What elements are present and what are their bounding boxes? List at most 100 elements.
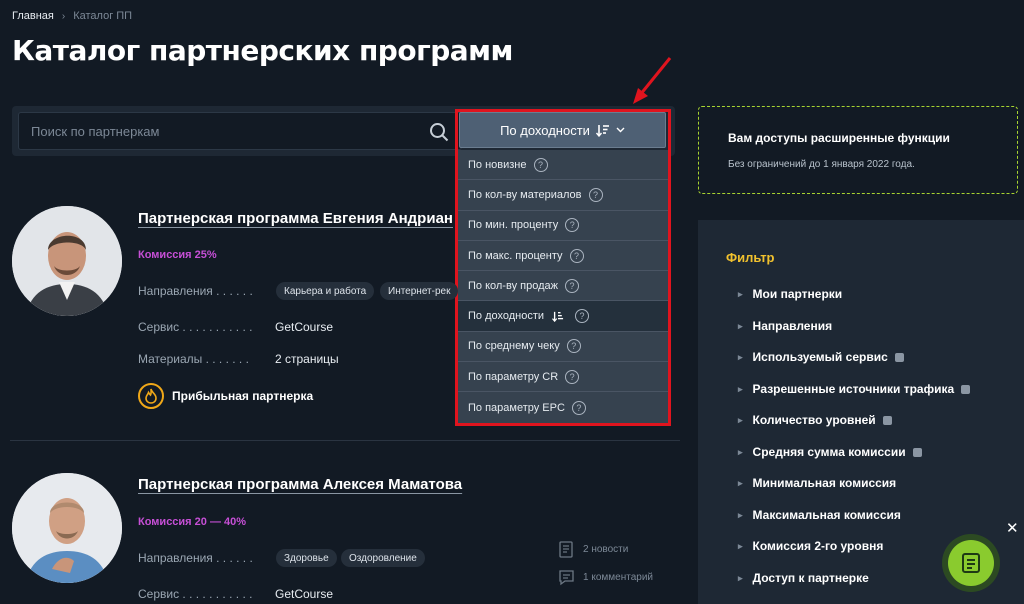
filter-item-label: Комиссия 2-го уровня [752, 539, 884, 553]
sort-option-materials[interactable]: По кол-ву материалов ? [458, 180, 668, 211]
sort-option-novelty[interactable]: По новизне ? [458, 150, 668, 181]
filter-item-label: Максимальная комиссия [752, 508, 901, 522]
filter-item-my-partners[interactable]: ▸ Мои партнерки [738, 287, 842, 301]
filter-item-avg-commission[interactable]: ▸ Средняя сумма комиссии [738, 445, 922, 459]
chevron-right-icon: ▸ [738, 446, 743, 457]
breadcrumb-separator: › [61, 10, 66, 22]
chevron-down-icon [616, 127, 625, 133]
filter-item-max-commission[interactable]: ▸ Максимальная комиссия [738, 508, 901, 522]
filter-item-label: Количество уровней [752, 413, 876, 427]
profitable-badge: Прибыльная партнерка [138, 383, 313, 409]
avatar[interactable] [12, 473, 122, 583]
filter-item-levels[interactable]: ▸ Количество уровней [738, 413, 892, 427]
news-count: 2 новости [583, 544, 629, 555]
help-icon[interactable]: ? [565, 369, 580, 384]
comments-count: 1 комментарий [583, 572, 653, 583]
breadcrumb-home[interactable]: Главная [12, 10, 54, 22]
filter-item-directions[interactable]: ▸ Направления [738, 319, 832, 333]
annotation-arrow-icon [633, 57, 672, 104]
chevron-right-icon: ▸ [738, 540, 743, 551]
commission-label: Комиссия 25% [138, 249, 217, 261]
direction-tag[interactable]: Оздоровление [341, 549, 425, 567]
info-icon[interactable] [912, 447, 922, 457]
directions-label: Направления . . . . . . [138, 284, 253, 298]
filter-title: Фильтр [726, 250, 775, 265]
extended-access-title: Вам доступы расширенные функции [728, 131, 950, 145]
help-icon[interactable]: ? [571, 400, 586, 415]
avatar[interactable] [12, 206, 122, 316]
sort-button-label: По доходности [500, 122, 590, 138]
sort-option-label: По среднему чеку [468, 340, 560, 353]
comment-icon [559, 570, 574, 586]
sort-option-max-percent[interactable]: По макс. проценту ? [458, 241, 668, 272]
filter-item-label: Мои партнерки [752, 287, 843, 301]
sort-option-sales[interactable]: По кол-ву продаж ? [458, 271, 668, 302]
materials-value: 2 страницы [275, 352, 339, 366]
sort-desc-icon [552, 311, 564, 322]
sort-option-label: По кол-ву материалов [468, 188, 582, 201]
filter-item-label: Средняя сумма комиссии [752, 445, 906, 459]
chevron-right-icon: ▸ [738, 414, 743, 425]
chevron-right-icon: ▸ [738, 288, 743, 299]
filter-item-traffic-sources[interactable]: ▸ Разрешенные источники трафика [738, 382, 971, 396]
help-icon[interactable]: ? [588, 187, 603, 202]
info-icon[interactable] [882, 415, 892, 425]
fire-icon [138, 383, 164, 409]
service-label: Сервис . . . . . . . . . . . [138, 587, 253, 601]
card-title[interactable]: Партнерская программа Евгения Андриан [138, 210, 453, 227]
help-icon[interactable]: ? [575, 309, 590, 324]
service-value: GetCourse [275, 587, 334, 601]
sort-option-label: По параметру EPC [468, 401, 565, 414]
filter-item-label: Используемый сервис [752, 350, 888, 364]
notes-button[interactable] [942, 534, 1000, 592]
sort-option-min-percent[interactable]: По мин. проценту ? [458, 211, 668, 241]
info-icon[interactable] [894, 352, 904, 362]
search-box [18, 112, 462, 150]
chevron-right-icon: ▸ [738, 572, 743, 583]
filter-item-access[interactable]: ▸ Доступ к партнерке [738, 571, 869, 585]
direction-tag[interactable]: Карьера и работа [276, 282, 375, 300]
profitable-badge-label: Прибыльная партнерка [172, 389, 314, 403]
sort-button[interactable]: По доходности [459, 112, 666, 148]
sort-option-epc[interactable]: По параметру EPC ? [458, 392, 668, 422]
filter-item-label: Направления [752, 319, 833, 333]
sort-option-cr[interactable]: По параметру CR ? [458, 362, 668, 393]
directions-label: Направления . . . . . . [138, 551, 253, 565]
chevron-right-icon: ▸ [738, 320, 743, 331]
sort-dropdown: По новизне ? По кол-ву материалов ? По м… [458, 150, 668, 423]
help-icon[interactable]: ? [533, 157, 548, 172]
filter-item-label: Доступ к партнерке [752, 571, 869, 585]
chevron-right-icon: ▸ [738, 351, 743, 362]
help-icon[interactable]: ? [565, 218, 580, 233]
direction-tag[interactable]: Здоровье [276, 549, 337, 567]
help-icon[interactable]: ? [566, 339, 581, 354]
filter-item-min-commission[interactable]: ▸ Минимальная комиссия [738, 476, 896, 490]
page-title: Каталог партнерских программ [12, 34, 513, 67]
notes-button-inner [948, 540, 994, 586]
search-icon[interactable] [429, 122, 449, 142]
sort-option-profitability[interactable]: По доходности ? [458, 301, 668, 332]
search-input[interactable] [19, 113, 461, 149]
sort-option-label: По новизне [468, 158, 527, 171]
news-stat[interactable]: 2 новости [558, 541, 628, 558]
sort-option-label: По параметру CR [468, 370, 559, 383]
close-icon[interactable]: ✕ [1006, 519, 1019, 537]
card-title[interactable]: Партнерская программа Алексея Маматова [138, 476, 462, 493]
sort-option-avg-check[interactable]: По среднему чеку ? [458, 332, 668, 363]
commission-label: Комиссия 20 — 40% [138, 516, 247, 528]
chevron-right-icon: ▸ [738, 383, 743, 394]
breadcrumb-current: Каталог ПП [73, 10, 133, 22]
sort-desc-icon [595, 124, 609, 137]
comments-stat[interactable]: 1 комментарий [558, 569, 653, 586]
info-icon[interactable] [961, 384, 971, 394]
direction-tag[interactable]: Интернет-рек [380, 282, 458, 300]
filter-item-second-level[interactable]: ▸ Комиссия 2-го уровня [738, 539, 883, 553]
service-label: Сервис . . . . . . . . . . . [138, 320, 253, 334]
sort-option-label: По макс. проценту [468, 249, 563, 262]
chevron-right-icon: ▸ [738, 509, 743, 520]
filter-item-service[interactable]: ▸ Используемый сервис [738, 350, 904, 364]
help-icon[interactable]: ? [569, 248, 584, 263]
filter-item-label: Разрешенные источники трафика [752, 382, 955, 396]
materials-label: Материалы . . . . . . . [138, 352, 249, 366]
help-icon[interactable]: ? [564, 278, 579, 293]
